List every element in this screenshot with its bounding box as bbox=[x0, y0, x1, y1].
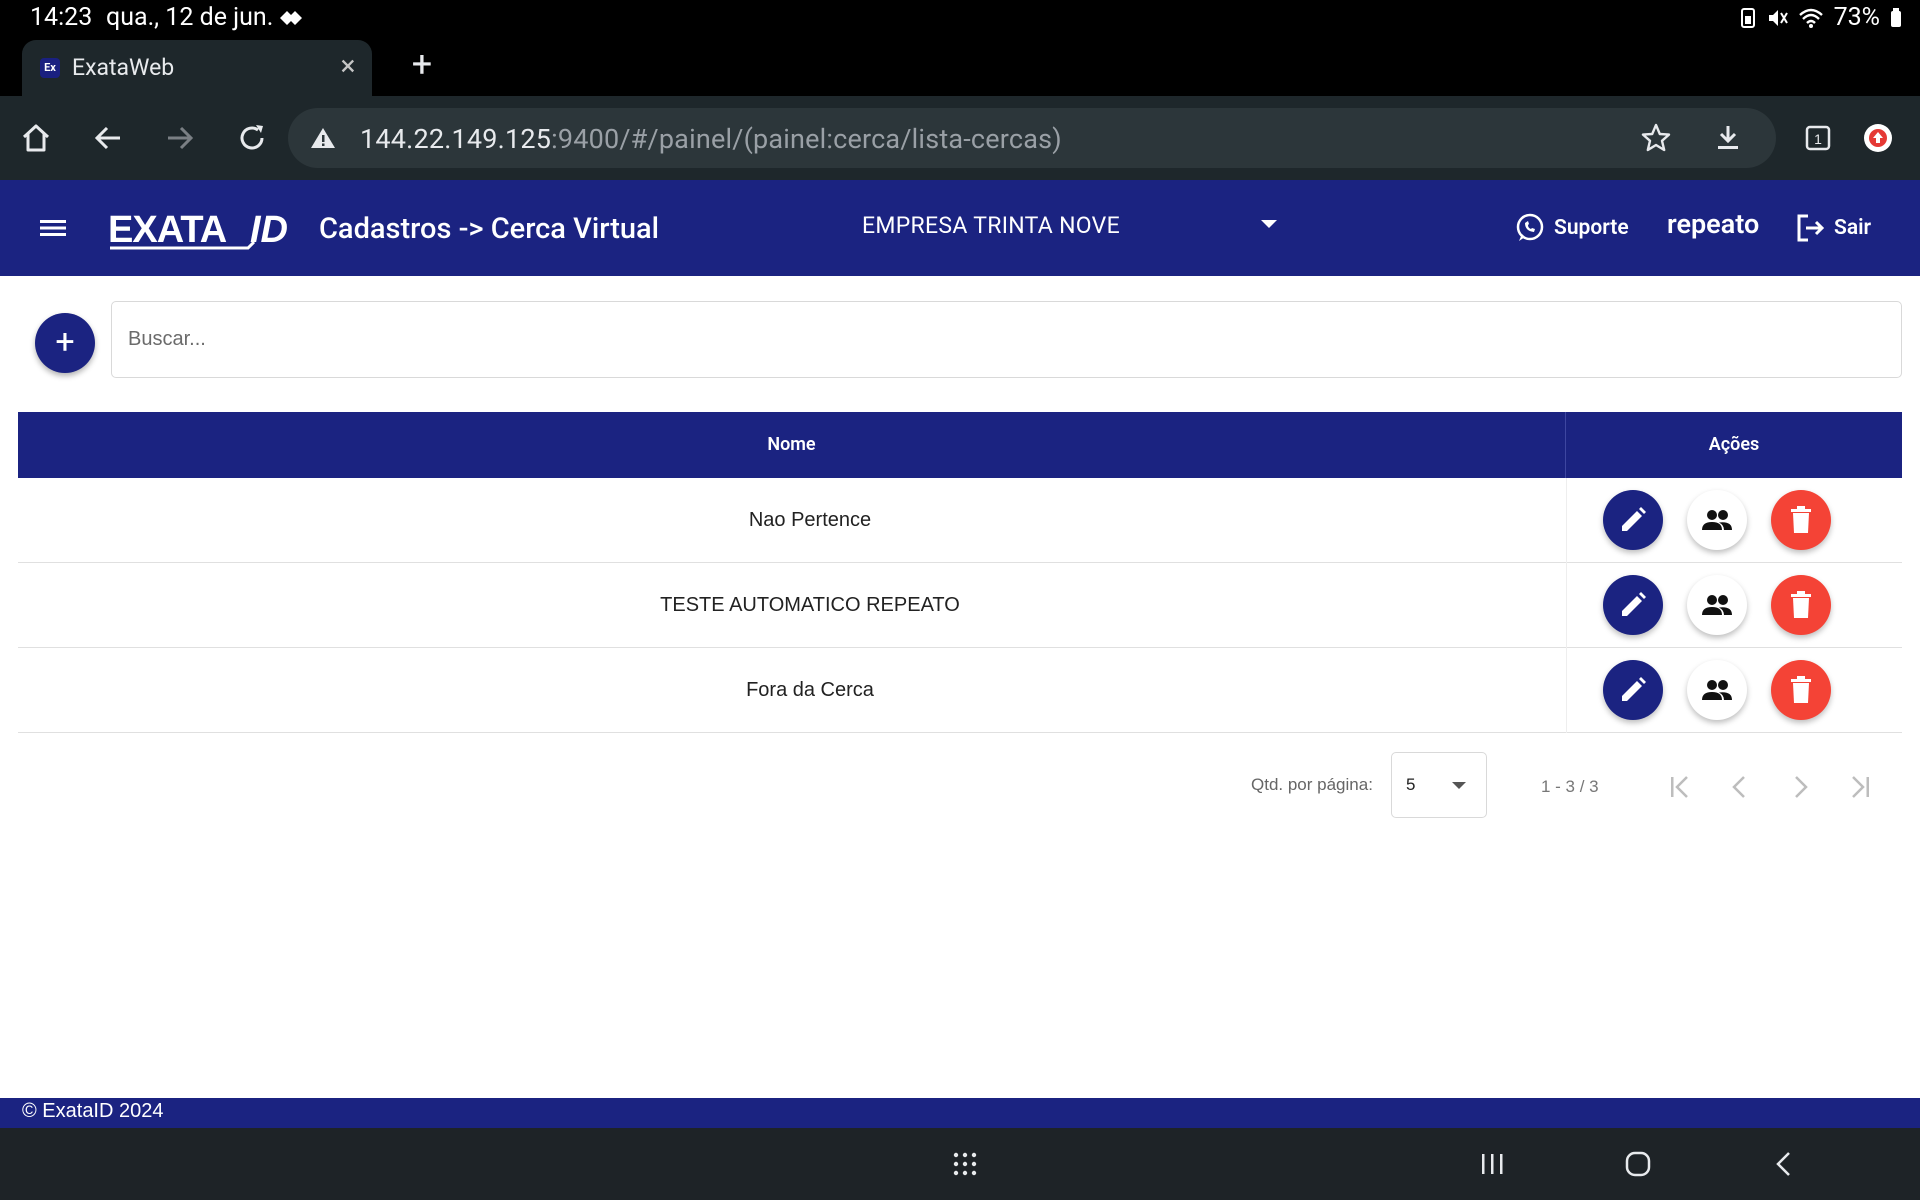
exataid-logo: EXATA ID bbox=[108, 209, 288, 251]
app-header: EXATA ID Cadastros -> Cerca Virtual EMPR… bbox=[0, 180, 1920, 276]
app-drawer-icon[interactable] bbox=[945, 1144, 985, 1184]
row-actions bbox=[1566, 478, 1902, 563]
url-host: 144.22.149.125 bbox=[360, 123, 552, 155]
chevron-down-icon bbox=[1452, 782, 1466, 789]
delete-button[interactable] bbox=[1771, 660, 1831, 720]
row-actions bbox=[1566, 563, 1902, 648]
people-icon bbox=[1702, 510, 1732, 530]
table-header: Nome Ações bbox=[18, 412, 1902, 478]
search-input[interactable] bbox=[111, 301, 1902, 378]
profile-update-icon[interactable] bbox=[1858, 118, 1898, 158]
back-icon[interactable] bbox=[88, 118, 128, 158]
favicon: Ex bbox=[40, 58, 60, 78]
logout-label: Sair bbox=[1834, 216, 1872, 240]
battery-icon bbox=[1891, 7, 1901, 27]
reload-icon[interactable] bbox=[232, 118, 272, 158]
username: repeato bbox=[1667, 208, 1760, 240]
close-tab-icon[interactable]: × bbox=[334, 52, 362, 80]
page-size-value: 5 bbox=[1406, 775, 1416, 794]
fence-name: Fora da Cerca bbox=[746, 679, 874, 701]
tab-title: ExataWeb bbox=[72, 54, 175, 81]
browser-toolbar: 144.22.149.125:9400/#/painel/(painel:cer… bbox=[0, 96, 1920, 180]
support-button[interactable]: Suporte bbox=[1514, 212, 1629, 244]
edit-button[interactable] bbox=[1603, 490, 1663, 550]
battery-percent: 73% bbox=[1833, 3, 1880, 32]
tab-switcher-icon[interactable]: 1 bbox=[1798, 118, 1838, 158]
trash-icon bbox=[1791, 506, 1811, 533]
battery-saver-icon bbox=[1740, 7, 1755, 28]
app-content: EXATA ID Cadastros -> Cerca Virtual EMPR… bbox=[0, 180, 1920, 1098]
page-size-label: Qtd. por página: bbox=[1251, 775, 1373, 794]
mute-icon bbox=[1768, 9, 1788, 26]
new-tab-icon[interactable]: + bbox=[404, 46, 440, 82]
url-path: :9400/#/painel/(painel:cerca/lista-cerca… bbox=[551, 123, 1062, 155]
svg-text:ID: ID bbox=[250, 209, 288, 251]
url-text: 144.22.149.125:9400/#/painel/(painel:cer… bbox=[360, 123, 1062, 155]
warning-icon[interactable] bbox=[310, 126, 336, 150]
delete-button[interactable] bbox=[1771, 490, 1831, 550]
table-row: TESTE AUTOMATICO REPEATO bbox=[18, 563, 1902, 648]
tab-strip: Ex ExataWeb × + bbox=[0, 36, 1920, 96]
pencil-icon bbox=[1622, 507, 1646, 531]
add-button[interactable]: + bbox=[35, 313, 95, 373]
forward-icon[interactable] bbox=[160, 118, 200, 158]
chevron-down-icon[interactable] bbox=[1261, 220, 1277, 228]
fence-name: Nao Pertence bbox=[748, 509, 872, 531]
back-nav-icon[interactable] bbox=[1764, 1144, 1804, 1184]
users-button[interactable] bbox=[1687, 575, 1747, 635]
fence-name: TESTE AUTOMATICO REPEATO bbox=[660, 594, 960, 616]
whatsapp-icon bbox=[1516, 213, 1544, 241]
page-title: Cadastros -> Cerca Virtual bbox=[319, 212, 660, 246]
last-page-icon[interactable] bbox=[1840, 767, 1880, 807]
tab-count: 1 bbox=[1814, 131, 1822, 147]
users-button[interactable] bbox=[1687, 660, 1747, 720]
users-button[interactable] bbox=[1687, 490, 1747, 550]
trash-icon bbox=[1791, 591, 1811, 618]
pencil-icon bbox=[1622, 592, 1646, 616]
status-bar: 14:23 qua., 12 de jun. 73% bbox=[0, 0, 1920, 36]
url-bar[interactable]: 144.22.149.125:9400/#/painel/(painel:cer… bbox=[288, 108, 1776, 168]
star-icon[interactable] bbox=[1640, 122, 1672, 154]
people-icon bbox=[1702, 595, 1732, 615]
people-icon bbox=[1702, 680, 1732, 700]
wifi-icon bbox=[1798, 8, 1823, 28]
page-size-select[interactable]: 5 bbox=[1391, 752, 1487, 818]
copyright: © ExataID 2024 bbox=[22, 1100, 164, 1122]
table-row: Fora da Cerca bbox=[18, 648, 1902, 733]
svg-text:EXATA: EXATA bbox=[108, 209, 227, 251]
status-time: 14:23 bbox=[30, 3, 93, 32]
status-date: qua., 12 de jun. bbox=[106, 3, 274, 32]
paginator: Qtd. por página: 5 1 - 3 / 3 bbox=[0, 745, 1920, 818]
pencil-icon bbox=[1622, 677, 1646, 701]
logout-button[interactable]: Sair bbox=[1794, 212, 1871, 244]
trash-icon bbox=[1791, 676, 1811, 703]
previous-page-icon[interactable] bbox=[1720, 767, 1760, 807]
nearby-share-icon bbox=[280, 11, 302, 25]
delete-button[interactable] bbox=[1771, 575, 1831, 635]
logout-icon bbox=[1797, 214, 1825, 242]
edit-button[interactable] bbox=[1603, 575, 1663, 635]
system-nav-bar bbox=[0, 1128, 1920, 1200]
row-actions bbox=[1566, 648, 1902, 733]
company-select[interactable]: EMPRESA TRINTA NOVE bbox=[862, 212, 1120, 239]
footer: © ExataID 2024 bbox=[0, 1098, 1920, 1128]
download-icon[interactable] bbox=[1712, 122, 1744, 154]
column-header-actions: Ações bbox=[1708, 434, 1760, 455]
page-range: 1 - 3 / 3 bbox=[1541, 777, 1599, 796]
edit-button[interactable] bbox=[1603, 660, 1663, 720]
table-row: Nao Pertence bbox=[18, 478, 1902, 563]
next-page-icon[interactable] bbox=[1780, 767, 1820, 807]
support-label: Suporte bbox=[1554, 216, 1629, 240]
browser-tab[interactable]: Ex ExataWeb × bbox=[22, 40, 372, 96]
home-nav-icon[interactable] bbox=[1618, 1144, 1658, 1184]
column-header-name[interactable]: Nome bbox=[18, 412, 1566, 478]
first-page-icon[interactable] bbox=[1660, 767, 1700, 807]
menu-icon[interactable] bbox=[36, 210, 72, 246]
home-icon[interactable] bbox=[16, 118, 56, 158]
fence-table: Nome Ações Nao Pertence TESTE AUTOMATICO… bbox=[18, 412, 1902, 733]
recent-apps-icon[interactable] bbox=[1472, 1144, 1512, 1184]
